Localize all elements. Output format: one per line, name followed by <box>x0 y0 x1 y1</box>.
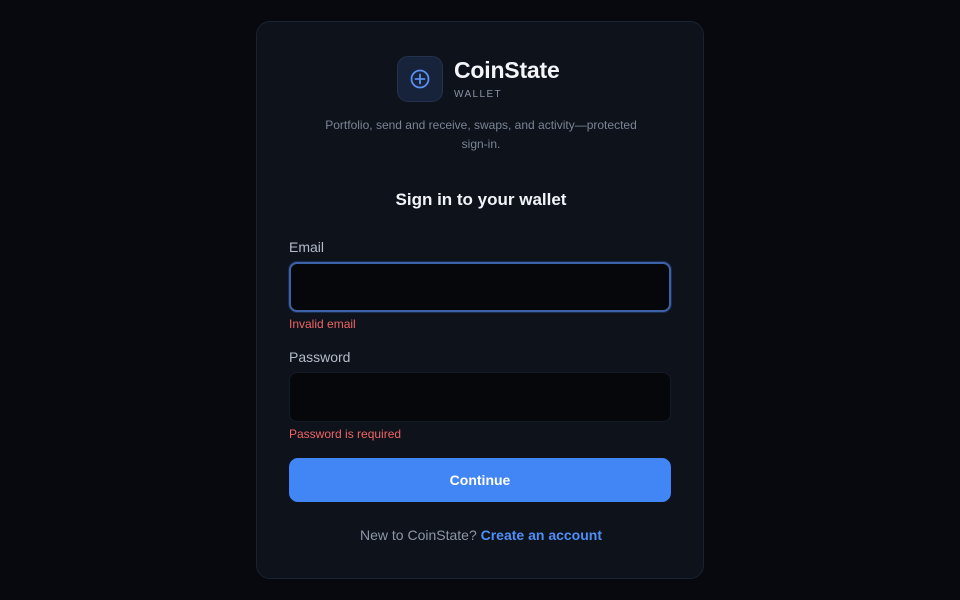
email-label: Email <box>289 239 325 255</box>
plus-circle-icon <box>410 69 430 89</box>
signup-prompt: New to CoinState? Create an account <box>257 527 705 543</box>
password-label: Password <box>289 349 351 365</box>
page-title: Sign in to your wallet <box>395 190 567 209</box>
signup-prompt-text: New to CoinState? <box>360 527 477 543</box>
brand-text: CoinState WALLET <box>454 57 560 101</box>
brand-name: CoinState <box>454 57 560 83</box>
sign-in-card: CoinState WALLET Portfolio, send and rec… <box>256 21 704 579</box>
continue-button[interactable]: Continue <box>289 458 671 502</box>
create-account-link[interactable]: Create an account <box>481 527 602 543</box>
email-error: Invalid email <box>289 317 356 331</box>
brand-logo <box>397 56 443 102</box>
brand-tagline: Portfolio, send and receive, swaps, and … <box>325 118 637 151</box>
brand-header: CoinState WALLET <box>397 56 560 102</box>
brand-subtitle: WALLET <box>454 89 503 100</box>
email-field[interactable] <box>289 262 671 312</box>
password-field[interactable] <box>289 372 671 422</box>
password-error: Password is required <box>289 427 402 441</box>
